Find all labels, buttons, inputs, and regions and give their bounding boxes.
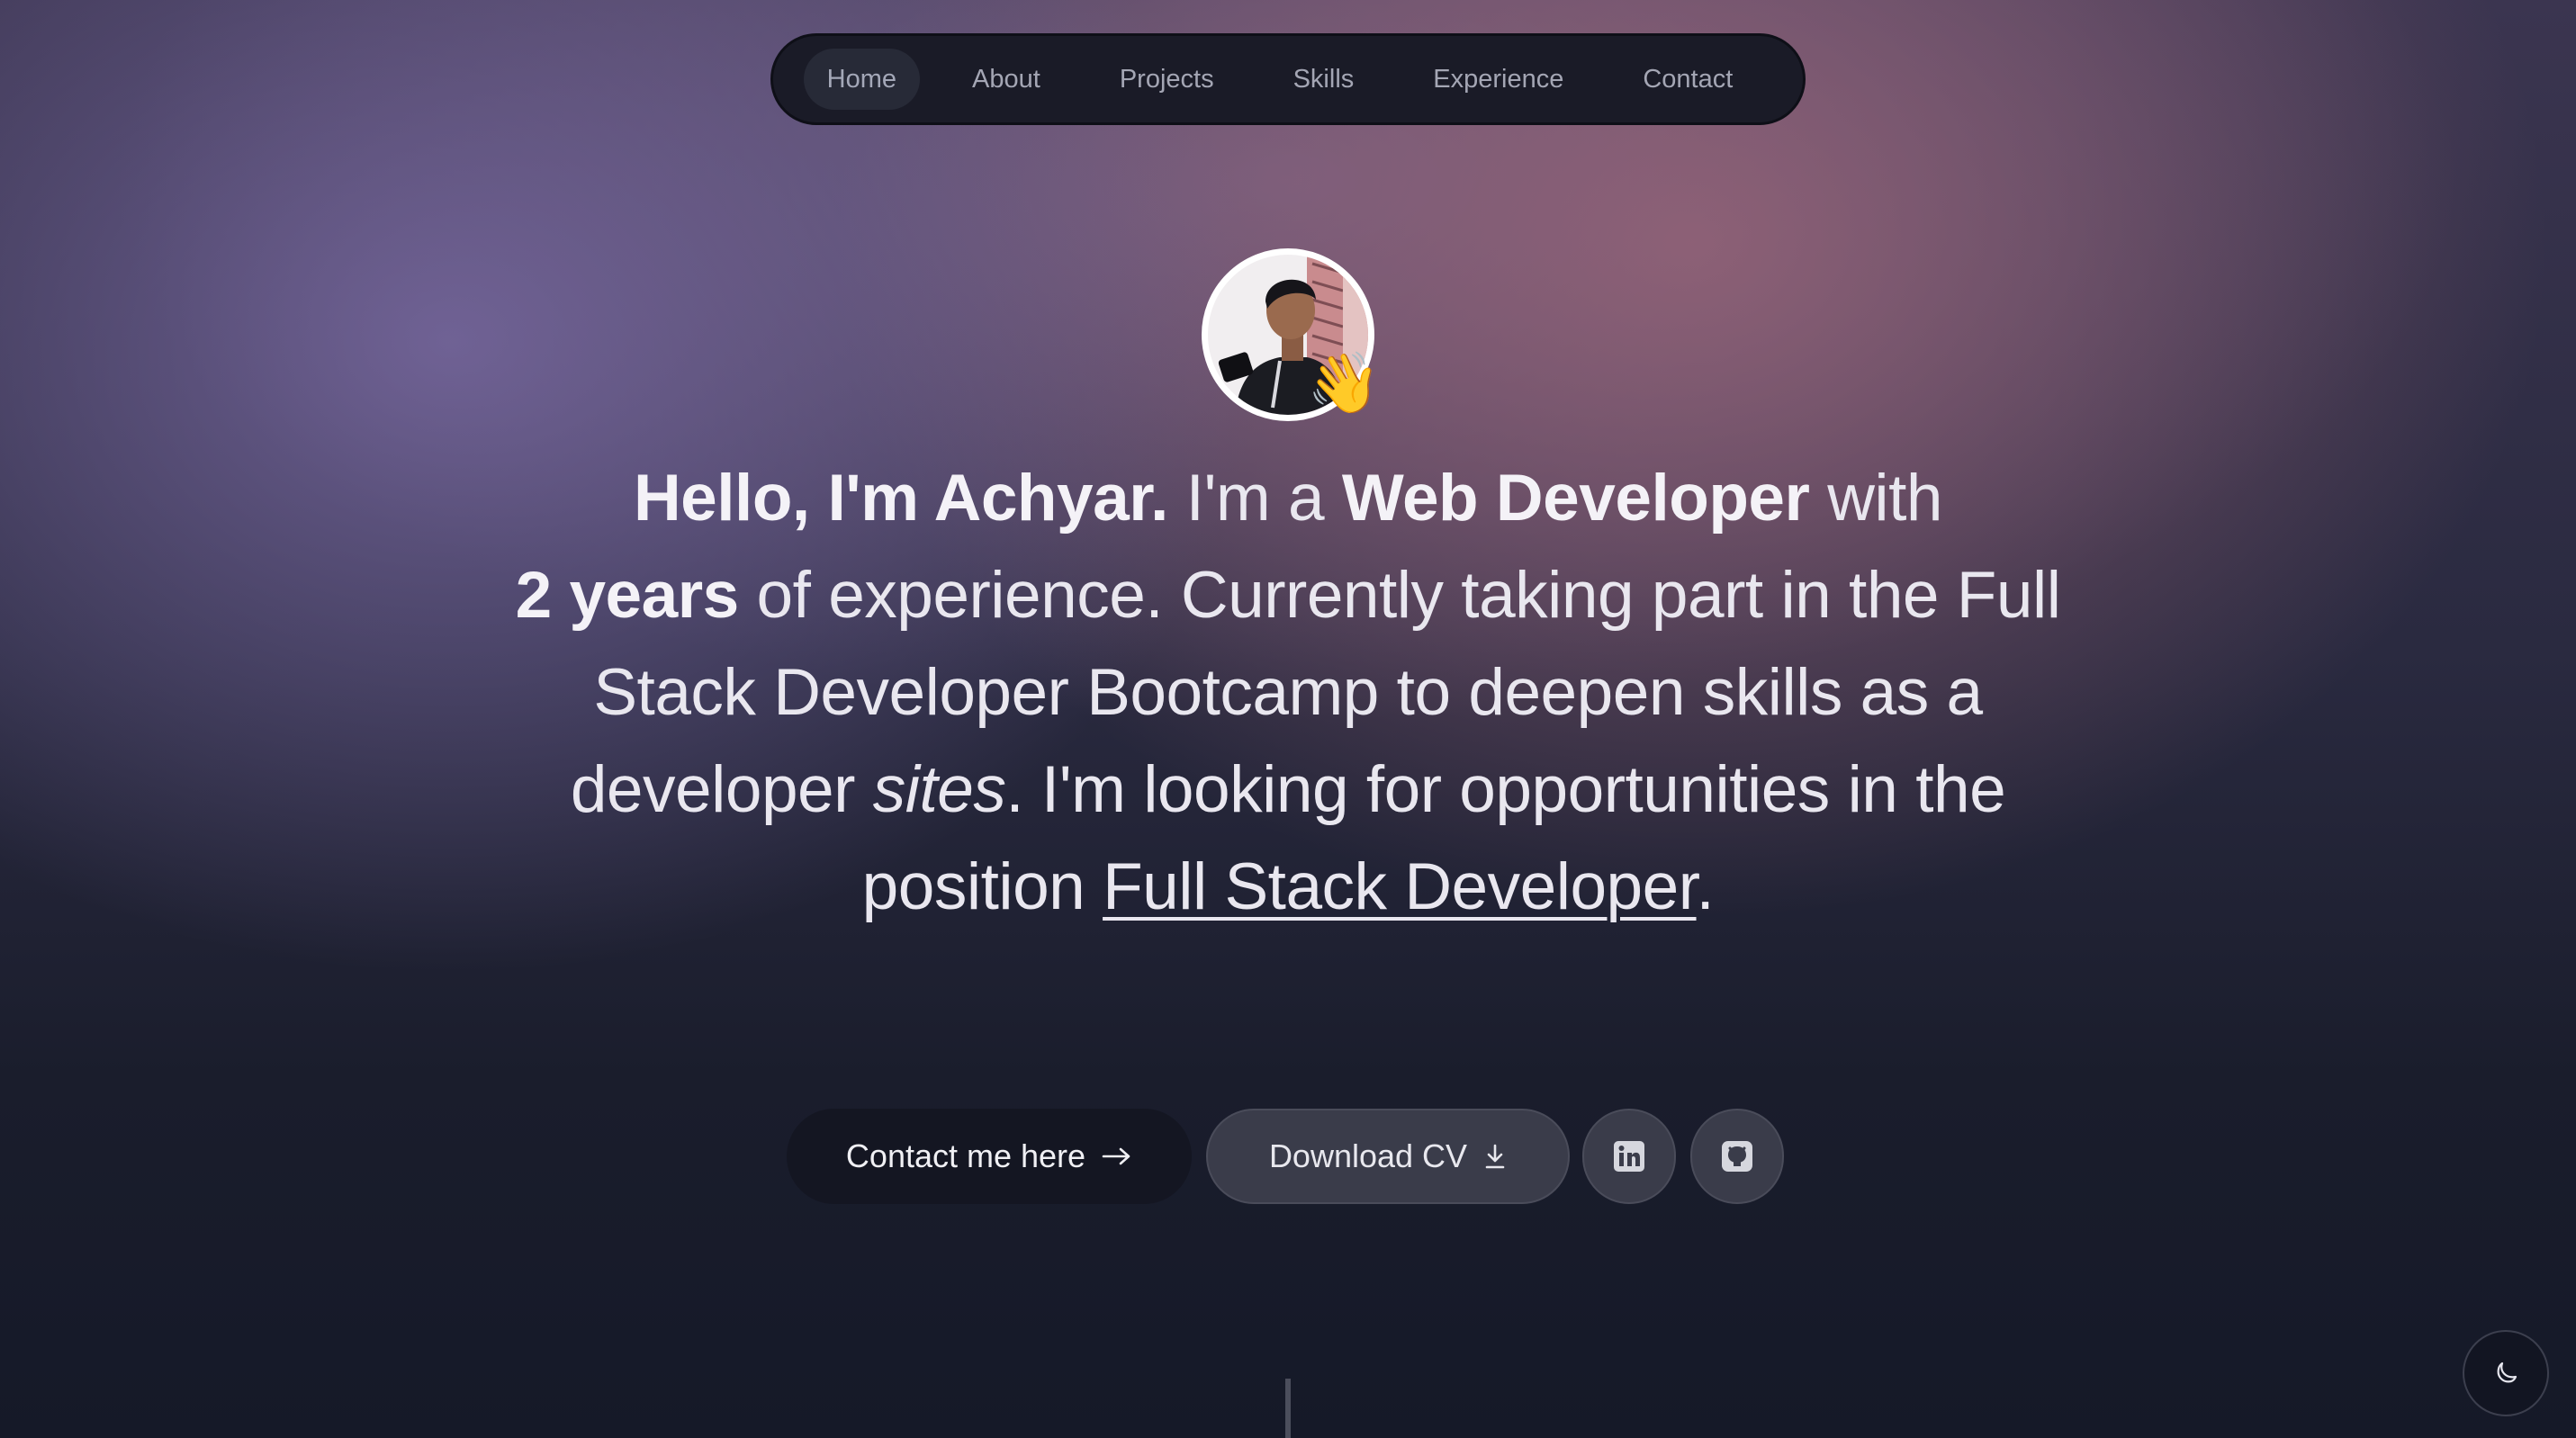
nav-item-projects[interactable]: Projects	[1080, 49, 1254, 110]
contact-button[interactable]: Contact me here	[787, 1109, 1192, 1204]
download-cv-button[interactable]: Download CV	[1206, 1109, 1570, 1204]
linkedin-icon	[1614, 1141, 1644, 1172]
hero-sites: sites	[872, 753, 1006, 826]
theme-toggle-button[interactable]	[2463, 1330, 2549, 1416]
download-cv-label: Download CV	[1268, 1137, 1468, 1174]
arrow-right-icon	[1102, 1147, 1130, 1165]
nav-item-contact[interactable]: Contact	[1603, 49, 1772, 110]
github-icon	[1722, 1141, 1752, 1172]
top-navbar: Home About Projects Skills Experience Co…	[770, 33, 1806, 125]
nav-item-home[interactable]: Home	[803, 49, 921, 110]
nav-item-skills[interactable]: Skills	[1254, 49, 1394, 110]
moon-icon	[2497, 1362, 2517, 1383]
nav-item-experience[interactable]: Experience	[1393, 49, 1603, 110]
hero-years: 2 years	[515, 559, 740, 632]
hero-text-1: I'm a	[1167, 462, 1342, 535]
hero-text-2: with	[1809, 462, 1943, 535]
wave-emoji: 👋	[1307, 349, 1382, 416]
nav-item-about[interactable]: About	[932, 49, 1080, 110]
github-button[interactable]	[1690, 1109, 1784, 1204]
download-icon	[1485, 1144, 1505, 1169]
linkedin-button[interactable]	[1582, 1109, 1676, 1204]
hero-intro-text: Hello, I'm Achyar. I'm a Web Developer w…	[504, 450, 2072, 936]
hero-greeting: Hello, I'm Achyar.	[633, 462, 1168, 535]
scroll-indicator	[1285, 1379, 1291, 1438]
hero-text-5: .	[1696, 850, 1715, 923]
contact-button-label: Contact me here	[845, 1137, 1086, 1174]
hero-role: Web Developer	[1341, 462, 1810, 535]
hero-position-link[interactable]: Full Stack Developer	[1103, 850, 1697, 923]
